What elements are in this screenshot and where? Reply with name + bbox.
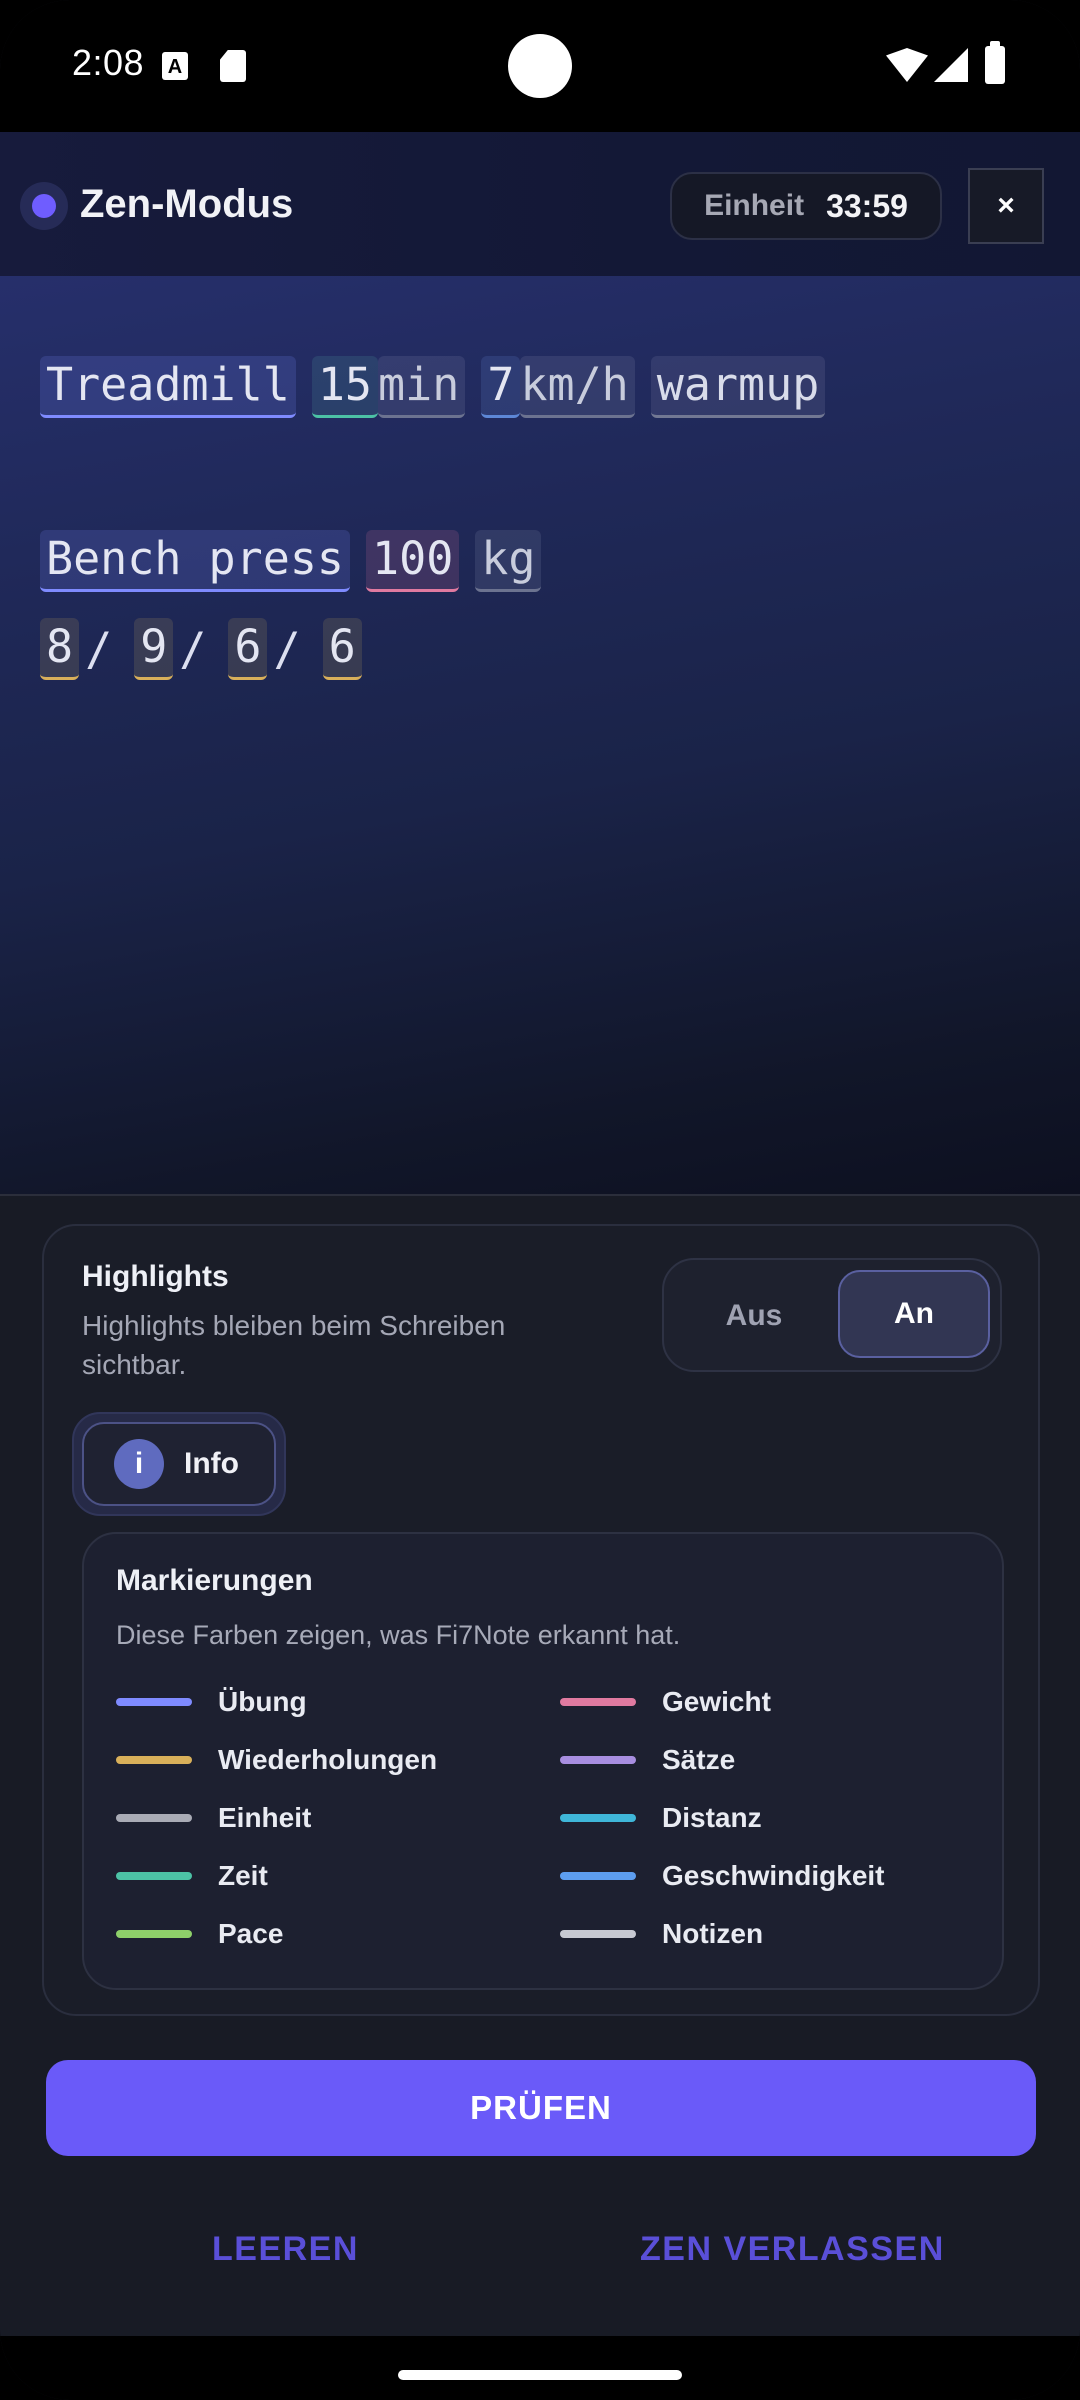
token-separator: / — [85, 622, 113, 676]
editor-line-3: 8 / 9 / 6 / 6 — [40, 618, 362, 680]
legend-label: Gewicht — [662, 1686, 771, 1717]
status-time: 2:08 — [72, 42, 145, 83]
legend-swatch — [116, 1698, 192, 1706]
legend-swatch — [560, 1930, 636, 1938]
sd-card-icon — [220, 50, 246, 82]
token-separator: / — [273, 622, 301, 676]
editor-line-2: Bench press 100 kg — [40, 530, 557, 592]
legend-item: Pace — [116, 1918, 283, 1950]
token-reps: 6 — [228, 618, 268, 680]
legend-item: Sätze — [560, 1744, 735, 1776]
battery-icon — [985, 41, 1005, 84]
legend-swatch — [116, 1814, 192, 1822]
legend-label: Wiederholungen — [218, 1744, 438, 1775]
home-gesture-handle[interactable] — [398, 2370, 682, 2380]
zen-mode-dot-icon — [20, 182, 68, 230]
check-button[interactable]: PRÜFEN — [46, 2060, 1036, 2156]
legend-label: Distanz — [662, 1802, 762, 1833]
highlights-toggle-off[interactable]: Aus — [686, 1274, 822, 1358]
legend-label: Geschwindigkeit — [662, 1860, 885, 1891]
legend-swatch — [116, 1930, 192, 1938]
legend-swatch — [116, 1756, 192, 1764]
wifi-icon — [886, 48, 928, 82]
token-exercise: Treadmill — [40, 356, 296, 418]
legend-label: Zeit — [218, 1860, 268, 1891]
legend-label: Einheit — [218, 1802, 312, 1833]
close-icon: × — [997, 189, 1015, 222]
app-bar: Zen-Modus Einheit 33:59 × — [0, 132, 1080, 276]
token-note: warmup — [650, 356, 826, 418]
legend-swatch — [560, 1698, 636, 1706]
navigation-bar — [0, 2336, 1080, 2400]
token-speed-value: 7 — [481, 356, 521, 418]
zen-mode-dot — [32, 194, 56, 218]
token-separator: / — [179, 622, 207, 676]
page-title: Zen-Modus — [80, 182, 294, 226]
legend-panel: Markierungen Diese Farben zeigen, was Fi… — [82, 1532, 1004, 1990]
legend-item: Geschwindigkeit — [560, 1860, 885, 1892]
token-reps: 8 — [40, 618, 80, 680]
info-button-inner: i Info — [82, 1422, 276, 1506]
legend-description: Diese Farben zeigen, was Fi7Note erkannt… — [116, 1620, 681, 1650]
token-duration-unit: min — [378, 356, 466, 418]
legend-swatch — [560, 1814, 636, 1822]
token-speed-unit: km/h — [520, 356, 635, 418]
legend-item: Übung — [116, 1686, 307, 1718]
legend-label: Pace — [218, 1918, 284, 1949]
status-bar: 2:08 A — [0, 0, 1080, 132]
camera-cutout — [508, 34, 572, 98]
legend-title: Markierungen — [116, 1564, 313, 1597]
legend-item: Wiederholungen — [116, 1744, 437, 1776]
session-timer-label: Einheit — [704, 189, 805, 222]
font-a-icon: A — [162, 52, 188, 80]
legend-label: Sätze — [662, 1744, 736, 1775]
legend-item: Gewicht — [560, 1686, 771, 1718]
highlights-card: Highlights Highlights bleiben beim Schre… — [42, 1224, 1040, 2016]
legend-label: Übung — [218, 1686, 307, 1717]
legend-swatch — [560, 1872, 636, 1880]
exit-zen-button[interactable]: ZEN VERLASSEN — [640, 2230, 945, 2269]
token-weight-unit: kg — [475, 530, 542, 592]
legend-label: Notizen — [662, 1918, 764, 1949]
bottom-sheet: Highlights Highlights bleiben beim Schre… — [0, 1194, 1080, 2336]
editor-line-1: Treadmill 15 min 7 km/h warmup — [40, 356, 841, 418]
token-reps: 9 — [134, 618, 174, 680]
highlights-toggle-on[interactable]: An — [838, 1270, 990, 1358]
session-timer-value: 33:59 — [826, 187, 908, 224]
legend-item: Distanz — [560, 1802, 762, 1834]
close-button[interactable]: × — [968, 168, 1044, 244]
token-reps: 6 — [322, 618, 362, 680]
workout-text-editor[interactable]: Treadmill 15 min 7 km/h warmup Bench pre… — [0, 276, 1080, 1194]
token-exercise: Bench press — [40, 530, 351, 592]
legend-item: Einheit — [116, 1802, 311, 1834]
token-duration-value: 15 — [311, 356, 379, 418]
info-button[interactable]: i Info — [72, 1412, 286, 1516]
highlights-toggle: Aus An — [662, 1258, 1002, 1372]
info-icon: i — [114, 1439, 164, 1489]
legend-item: Zeit — [116, 1860, 268, 1892]
info-label: Info — [184, 1447, 239, 1480]
legend-swatch — [116, 1872, 192, 1880]
signal-icon — [934, 48, 968, 82]
clear-button[interactable]: LEEREN — [212, 2230, 359, 2269]
highlights-description: Highlights bleiben beim Schreiben sichtb… — [82, 1310, 506, 1380]
session-timer-pill: Einheit 33:59 — [670, 172, 942, 240]
highlights-title: Highlights — [82, 1260, 229, 1293]
token-weight-value: 100 — [366, 530, 460, 592]
phone-screen: 2:08 A Zen-Modus Einheit 33:59 × Treadmi… — [0, 0, 1080, 2400]
legend-swatch — [560, 1756, 636, 1764]
legend-item: Notizen — [560, 1918, 763, 1950]
